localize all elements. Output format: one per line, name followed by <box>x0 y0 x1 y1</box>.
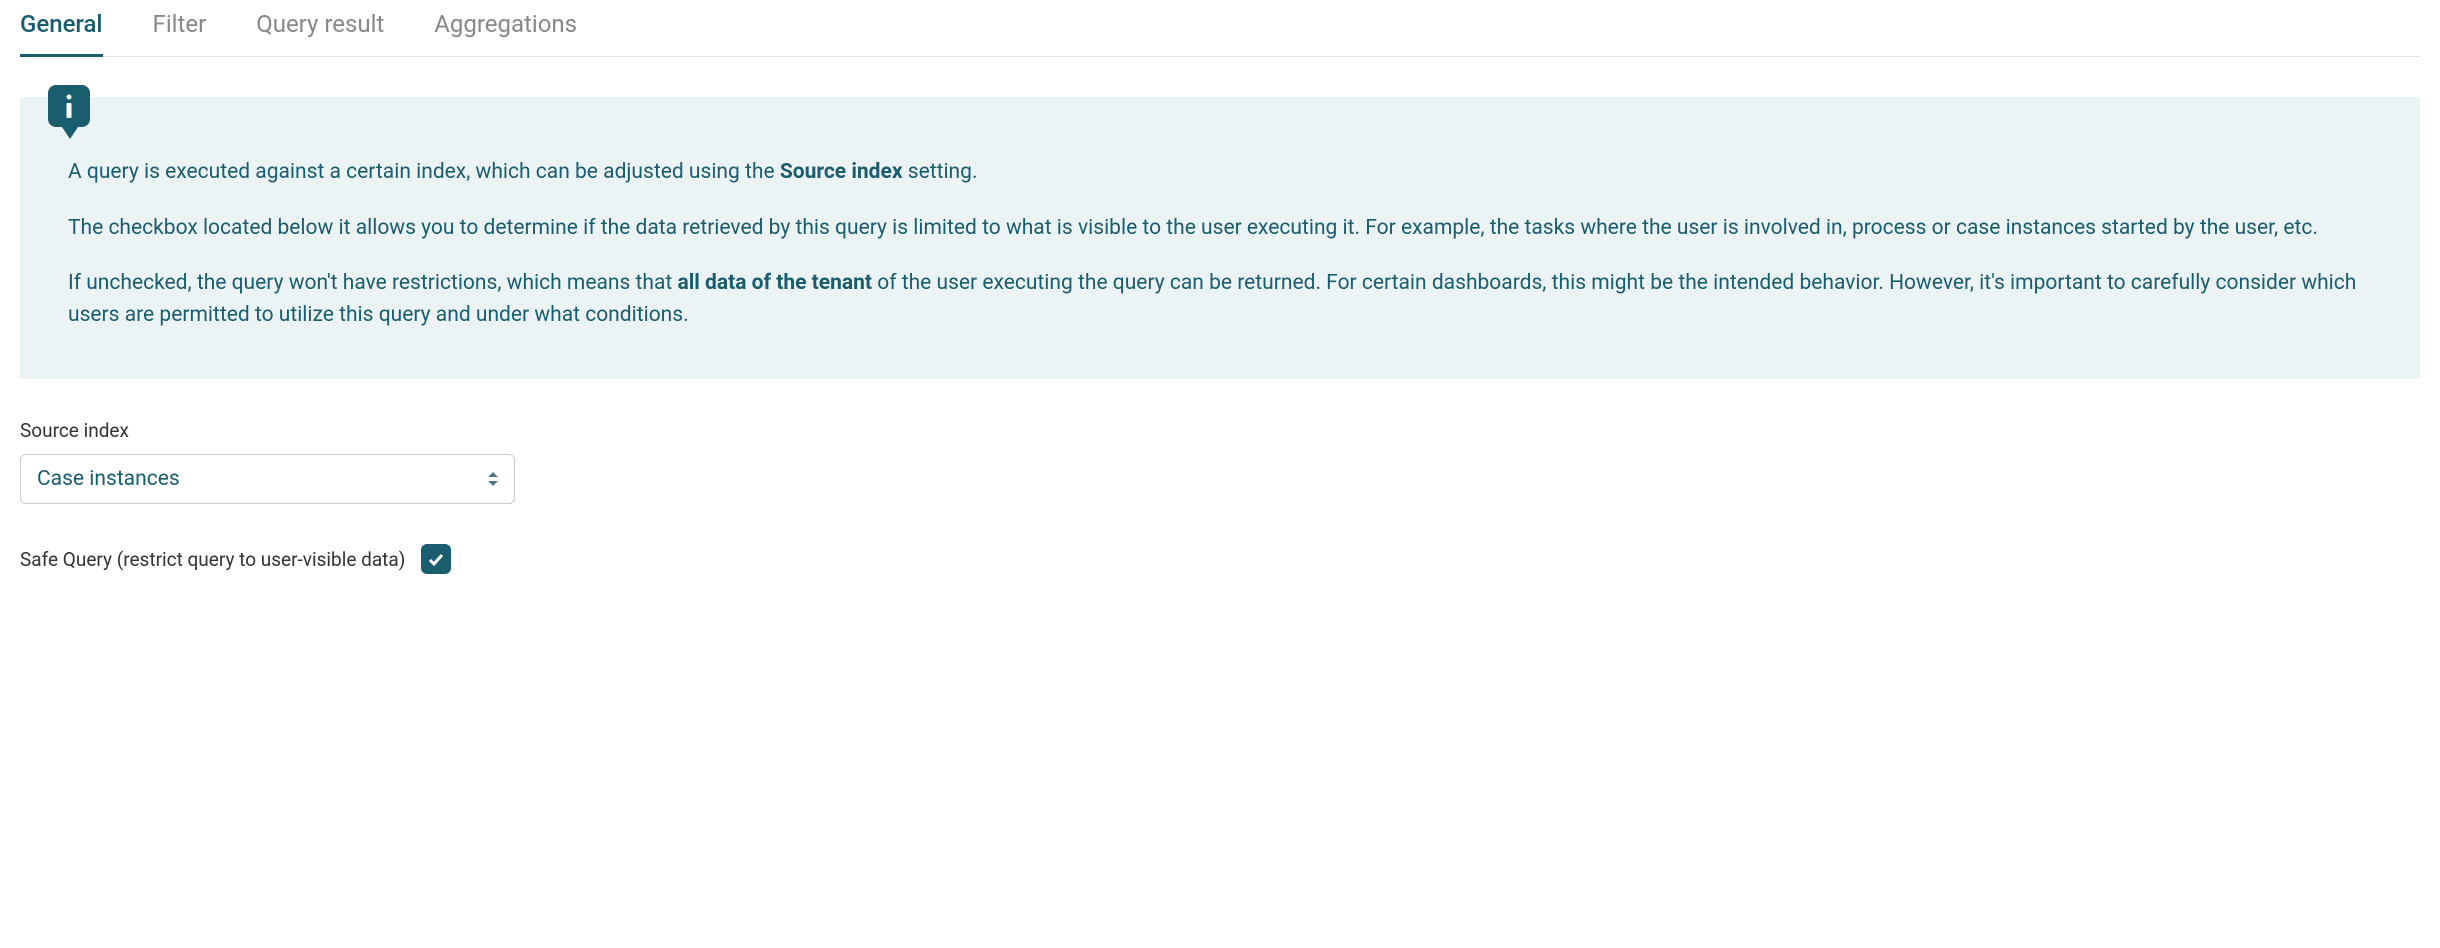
info-icon-tail <box>62 127 78 139</box>
check-icon <box>427 550 445 568</box>
tab-general[interactable]: General <box>20 0 103 56</box>
info-text: setting. <box>903 160 978 184</box>
tabs-bar: General Filter Query result Aggregations <box>20 0 2420 57</box>
safe-query-checkbox[interactable] <box>421 544 451 574</box>
safe-query-label: Safe Query (restrict query to user-visib… <box>20 548 405 571</box>
source-index-label: Source index <box>20 419 2420 442</box>
info-bold: all data of the tenant <box>677 271 872 295</box>
tab-query-result[interactable]: Query result <box>256 0 384 56</box>
source-index-value: Case instances <box>37 467 180 491</box>
info-callout: A query is executed against a certain in… <box>20 97 2420 379</box>
source-index-select[interactable]: Case instances <box>20 454 515 504</box>
source-index-section: Source index Case instances <box>20 419 2420 504</box>
source-index-select-wrapper: Case instances <box>20 454 515 504</box>
info-icon <box>48 85 90 127</box>
tab-filter[interactable]: Filter <box>153 0 207 56</box>
tab-aggregations[interactable]: Aggregations <box>434 0 577 56</box>
info-bold: Source index <box>780 160 903 184</box>
info-text: If unchecked, the query won't have restr… <box>68 271 677 295</box>
info-paragraph-1: A query is executed against a certain in… <box>68 157 2372 189</box>
info-text: A query is executed against a certain in… <box>68 160 780 184</box>
safe-query-row: Safe Query (restrict query to user-visib… <box>20 544 2420 574</box>
info-paragraph-3: If unchecked, the query won't have restr… <box>68 268 2372 331</box>
info-paragraph-2: The checkbox located below it allows you… <box>68 213 2372 245</box>
